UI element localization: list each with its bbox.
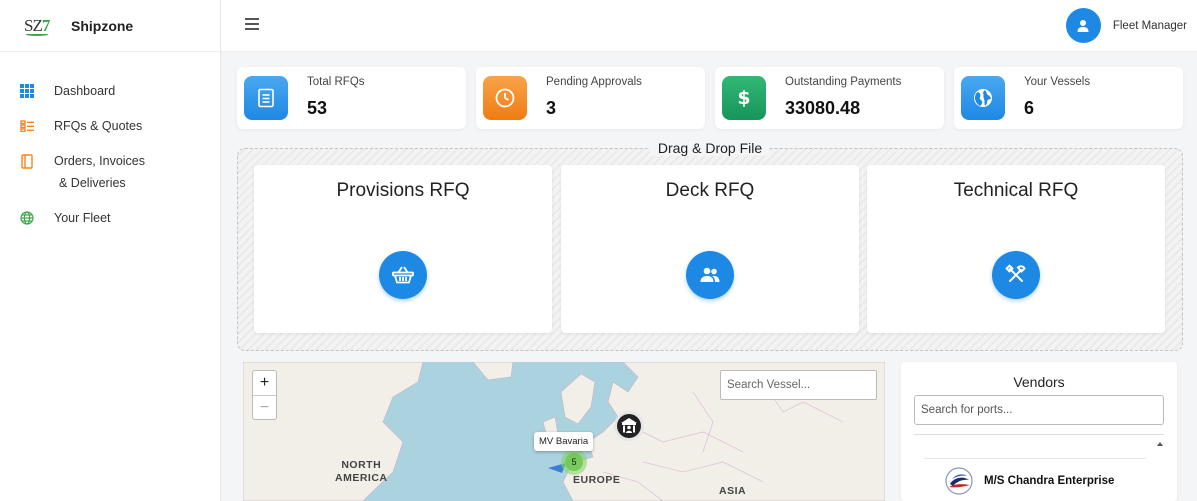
technical-rfq-card[interactable]: Technical RFQ xyxy=(867,165,1165,333)
globe-icon xyxy=(961,76,1005,120)
rfq-card-title: Provisions RFQ xyxy=(336,180,470,201)
rfq-card-title: Technical RFQ xyxy=(953,180,1079,201)
vendors-panel: Vendors M/S Chandra Enterprise xyxy=(901,362,1177,501)
vessel-search-input[interactable] xyxy=(720,370,877,400)
zoom-out-button[interactable]: − xyxy=(253,395,276,419)
vendor-name: M/S Chandra Enterprise xyxy=(984,474,1115,487)
menu-toggle-icon[interactable] xyxy=(245,18,259,30)
map-label-europe: EUROPE xyxy=(573,474,621,486)
topbar: Fleet Manager xyxy=(221,0,1197,52)
map-label-north-america: NORTH AMERICA xyxy=(335,459,388,485)
stat-card-outstanding-payments[interactable]: $ Outstanding Payments 33080.48 xyxy=(715,67,944,129)
map-label-line: NORTH xyxy=(341,459,382,471)
tools-icon[interactable] xyxy=(992,251,1040,299)
dropzone-title: Drag & Drop File xyxy=(649,140,771,156)
zoom-in-button[interactable]: + xyxy=(253,371,276,395)
file-dropzone[interactable]: Drag & Drop File Provisions RFQ Deck RFQ… xyxy=(237,140,1183,351)
stat-value: 33080.48 xyxy=(785,98,861,118)
sidebar-item-label: Orders, Invoices xyxy=(54,154,146,168)
stat-label: Pending Approvals xyxy=(546,76,642,88)
sidebar-item-label: RFQs & Quotes xyxy=(54,119,143,133)
map-label-line: AMERICA xyxy=(335,472,388,484)
document-icon xyxy=(244,76,288,120)
list-icon xyxy=(19,118,35,134)
basket-icon[interactable] xyxy=(379,251,427,299)
sidebar-item-label: Your Fleet xyxy=(54,211,111,225)
vendor-list: M/S Chandra Enterprise xyxy=(914,434,1164,501)
logo-accent: 7 xyxy=(41,15,50,35)
vessel-map[interactable]: + − NORTH AMERICA EUROPE ASIA 5 MV Bavar… xyxy=(243,362,885,501)
sidebar-item-dashboard[interactable]: Dashboard xyxy=(0,74,220,109)
provisions-rfq-card[interactable]: Provisions RFQ xyxy=(254,165,552,333)
port-marker-icon[interactable] xyxy=(614,411,644,441)
grid-icon xyxy=(19,83,35,99)
cluster-count: 5 xyxy=(565,453,583,471)
stat-label: Outstanding Payments xyxy=(785,76,902,88)
avatar[interactable] xyxy=(1065,8,1101,43)
stat-value: 6 xyxy=(1024,98,1035,118)
sidebar-item-rfqs[interactable]: RFQs & Quotes xyxy=(0,109,220,144)
dollar-icon: $ xyxy=(722,76,766,120)
stat-label: Total RFQs xyxy=(307,76,365,88)
stat-card-pending-approvals[interactable]: Pending Approvals 3 xyxy=(476,67,705,129)
sidebar-item-label-2: & Deliveries xyxy=(59,176,126,190)
stat-value: 3 xyxy=(546,98,557,118)
vessel-cluster-marker[interactable]: 5 xyxy=(561,449,587,475)
sidebar-nav: Dashboard RFQs & Quotes Orders, Invoices… xyxy=(0,52,220,236)
sidebar-item-orders[interactable]: Orders, Invoices & Deliveries xyxy=(0,144,220,201)
map-zoom-control: + − xyxy=(252,370,277,420)
user-icon xyxy=(1077,19,1089,32)
brand-logo: SZ7 xyxy=(24,16,58,36)
sidebar-item-fleet[interactable]: Your Fleet xyxy=(0,201,220,236)
vendor-logo-icon xyxy=(945,466,973,495)
user-menu[interactable]: Fleet Manager xyxy=(1065,8,1187,43)
logo-text: SZ xyxy=(24,15,43,35)
rfq-card-title: Deck RFQ xyxy=(665,180,755,201)
users-icon[interactable] xyxy=(686,251,734,299)
deck-rfq-card[interactable]: Deck RFQ xyxy=(561,165,859,333)
vessel-tooltip: MV Bavaria xyxy=(534,432,594,451)
port-search-input[interactable] xyxy=(914,395,1164,425)
stat-card-your-vessels[interactable]: Your Vessels 6 xyxy=(954,67,1183,129)
clock-icon xyxy=(483,76,527,120)
brand[interactable]: SZ7 Shipzone xyxy=(0,0,220,52)
stat-value: 53 xyxy=(307,98,328,118)
stat-card-total-rfqs[interactable]: Total RFQs 53 xyxy=(237,67,466,129)
globe-icon xyxy=(19,210,35,226)
brand-name: Shipzone xyxy=(71,17,134,34)
sidebar-item-label: Dashboard xyxy=(54,84,116,98)
stat-label: Your Vessels xyxy=(1024,76,1091,88)
sidebar: SZ7 Shipzone Dashboard RFQs & Quotes Ord… xyxy=(0,0,221,501)
user-name: Fleet Manager xyxy=(1112,19,1187,32)
document-icon xyxy=(19,153,35,169)
map-label-asia: ASIA xyxy=(719,485,747,497)
vendors-title: Vendors xyxy=(1013,374,1065,390)
vendor-item[interactable]: M/S Chandra Enterprise xyxy=(924,458,1146,501)
